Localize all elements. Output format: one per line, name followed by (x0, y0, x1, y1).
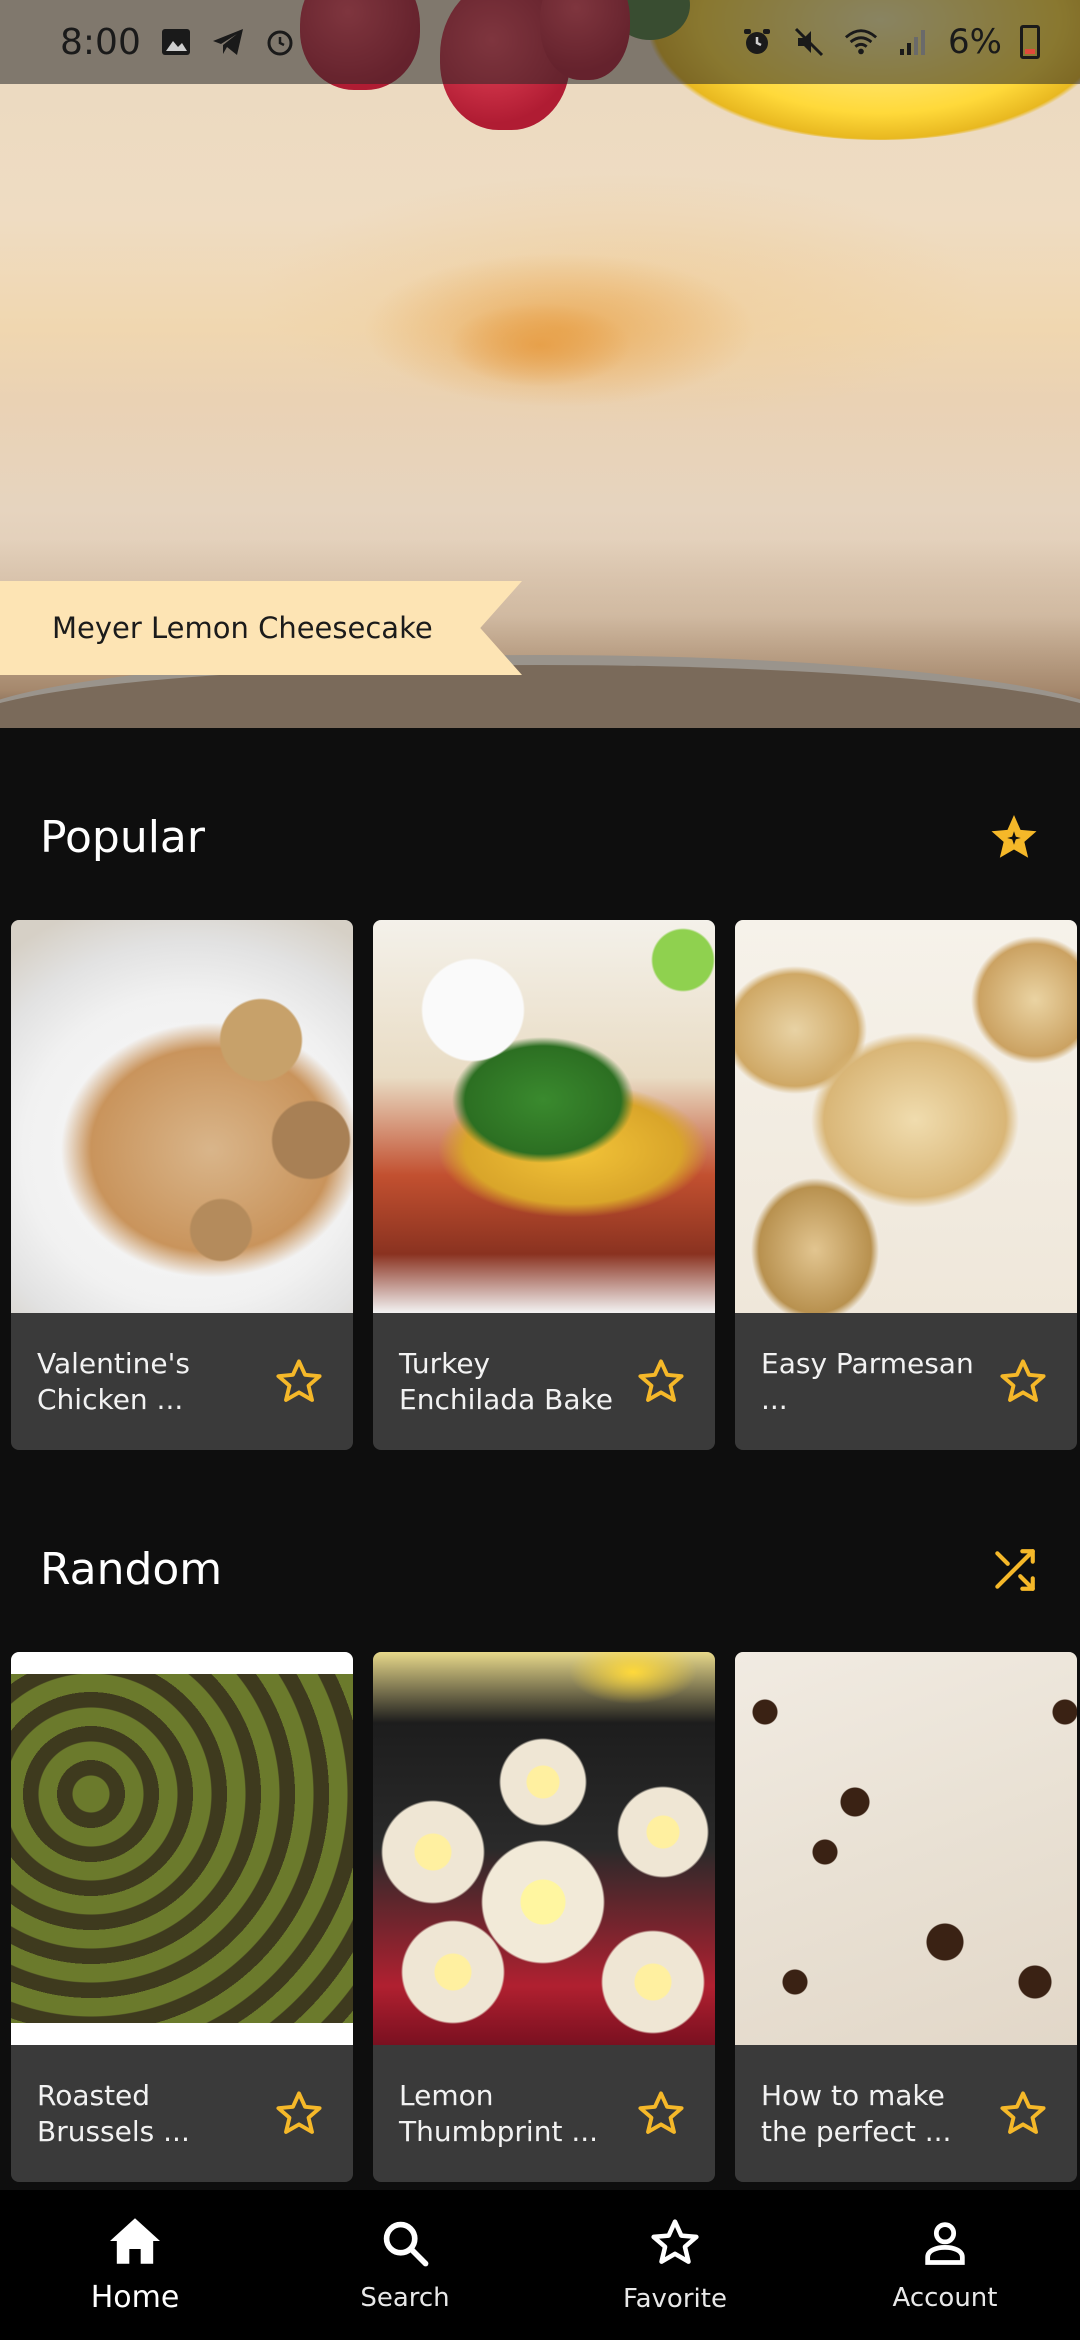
recipe-title: Lemon Thumbprint ... (399, 2078, 599, 2148)
favorite-star-icon[interactable] (271, 2086, 327, 2142)
shuffle-icon[interactable] (984, 1540, 1044, 1600)
recipe-image[interactable] (11, 1652, 353, 2045)
recipe-image[interactable] (735, 1652, 1077, 2045)
status-bar: 8:00 6% (0, 0, 1080, 84)
star-icon (648, 2216, 702, 2274)
recipe-image[interactable] (373, 1652, 715, 2045)
wifi-icon (844, 25, 878, 59)
recipe-card[interactable]: Turkey Enchilada Bake (373, 920, 715, 1450)
nav-account-label: Account (892, 2283, 998, 2313)
nav-account[interactable]: Account (810, 2190, 1080, 2340)
battery-icon (1020, 25, 1040, 59)
favorite-star-icon[interactable] (995, 1354, 1051, 1410)
recipe-title: Easy Parmesan ... (761, 1346, 974, 1416)
recipe-title: How to make the perfect ... (761, 2078, 952, 2148)
signal-icon (896, 25, 930, 59)
search-icon (379, 2217, 431, 2273)
recipe-card[interactable]: Lemon Thumbprint ... (373, 1652, 715, 2182)
nav-home[interactable]: Home (0, 2190, 270, 2340)
favorite-star-icon[interactable] (995, 2086, 1051, 2142)
recipe-title: Valentine's Chicken ... (37, 1346, 190, 1416)
recipe-title: Roasted Brussels ... (37, 2078, 190, 2148)
recipe-image[interactable] (735, 920, 1077, 1313)
nav-home-label: Home (90, 2279, 180, 2315)
nav-search-label: Search (360, 2283, 450, 2313)
nav-favorite-label: Favorite (623, 2284, 727, 2314)
recipe-image[interactable] (11, 920, 353, 1313)
battery-percentage: 6% (948, 22, 1002, 62)
status-time: 8:00 (60, 21, 141, 63)
star-sparkle-icon[interactable] (984, 808, 1044, 868)
favorite-star-icon[interactable] (633, 2086, 689, 2142)
alarm-clock-icon (263, 25, 297, 59)
nav-favorite[interactable]: Favorite (540, 2190, 810, 2340)
recipe-title: Turkey Enchilada Bake (399, 1346, 613, 1416)
account-icon (919, 2217, 971, 2273)
recipe-card[interactable]: Roasted Brussels ... (11, 1652, 353, 2182)
telegram-icon (211, 25, 245, 59)
recipe-card[interactable]: Easy Parmesan ... (735, 920, 1077, 1450)
recipe-card[interactable]: How to make the perfect ... (735, 1652, 1077, 2182)
recipe-card[interactable]: Valentine's Chicken ... (11, 920, 353, 1450)
recipe-image[interactable] (373, 920, 715, 1313)
alarm-icon (740, 25, 774, 59)
favorite-star-icon[interactable] (271, 1354, 327, 1410)
favorite-star-icon[interactable] (633, 1354, 689, 1410)
bottom-navigation: Home Search Favorite Account (0, 2190, 1080, 2340)
hero-banner[interactable]: Meyer Lemon Cheesecake (0, 0, 1080, 728)
featured-recipe-title: Meyer Lemon Cheesecake (52, 611, 433, 645)
random-section-title: Random (40, 1544, 223, 1595)
popular-section-title: Popular (40, 812, 205, 863)
featured-recipe-ribbon[interactable]: Meyer Lemon Cheesecake (0, 581, 522, 675)
gallery-icon (159, 25, 193, 59)
nav-search[interactable]: Search (270, 2190, 540, 2340)
home-icon (107, 2216, 163, 2270)
mute-icon (792, 25, 826, 59)
